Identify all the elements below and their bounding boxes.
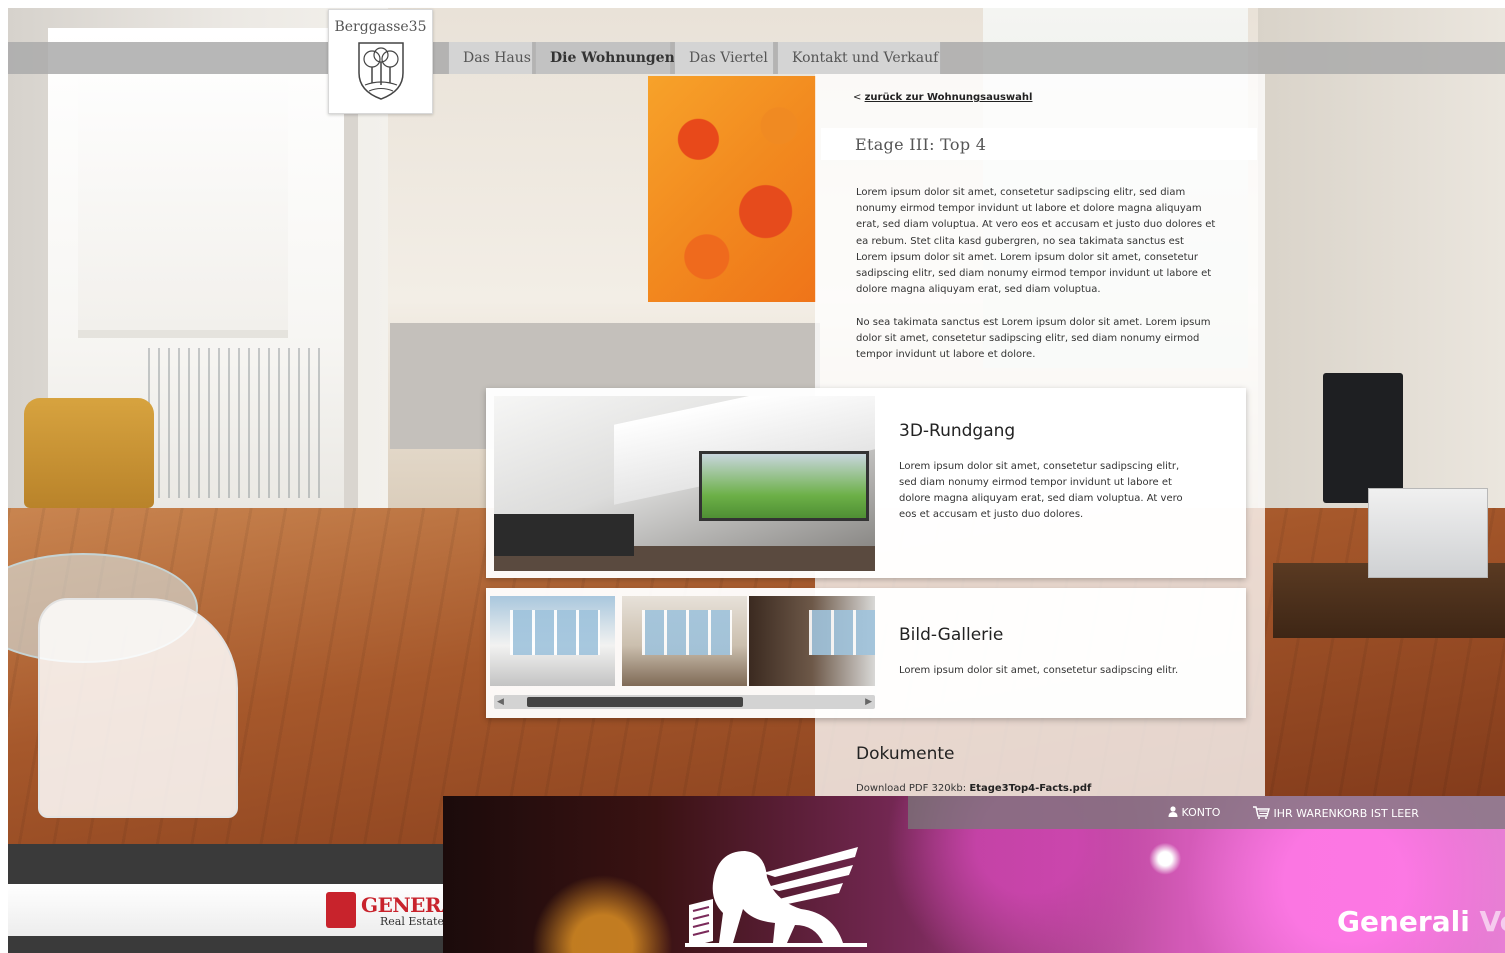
download-label: Download PDF 320kb: [856, 783, 967, 794]
back-arrow: < [853, 92, 862, 103]
account-link[interactable]: KONTO [1168, 806, 1220, 819]
gallery-scrollbar[interactable]: ◀ ▶ [494, 695, 875, 709]
account-label: KONTO [1181, 806, 1221, 819]
scroll-right-arrow-icon[interactable]: ▶ [865, 695, 872, 709]
tab-das-haus[interactable]: Das Haus [448, 42, 533, 74]
tour-card[interactable]: 3D-Rundgang Lorem ipsum dolor sit amet, … [486, 388, 1246, 578]
cart-label: IHR WARENKORB IST LEER [1273, 807, 1419, 820]
documents-download-row: Download PDF 320kb: Etage3Top4-Facts.pdf [856, 783, 1091, 794]
page-title: Etage III: Top 4 [855, 135, 987, 154]
generali-lion-icon [326, 892, 356, 928]
cart-icon [1253, 806, 1270, 819]
user-icon [1168, 806, 1178, 817]
orange-painting [648, 76, 816, 302]
render-sofa [494, 514, 634, 556]
gallery-thumbnail[interactable] [749, 596, 875, 686]
overlay-brand-text: Generali Vo [1337, 905, 1505, 938]
thumbnail-window [510, 610, 600, 655]
description-paragraph-1: Lorem ipsum dolor sit amet, consetetur s… [856, 187, 1216, 296]
gallery-thumbnail[interactable] [622, 596, 747, 686]
speaker [1368, 488, 1488, 578]
brand-word: Generali [1337, 905, 1470, 938]
thumbnail-window [809, 610, 875, 655]
crest-icon [357, 42, 404, 100]
tour-preview-image[interactable] [494, 396, 875, 571]
footer-bottom-band [8, 936, 448, 953]
scrollbar-thumb[interactable] [527, 697, 743, 707]
tab-kontakt-und-verkauf[interactable]: Kontakt und Verkauf [777, 42, 941, 74]
white-chair [38, 598, 238, 818]
back-to-apartments-link[interactable]: zurück zur Wohnungsauswahl [865, 92, 1033, 103]
tour-title[interactable]: 3D-Rundgang [899, 421, 1015, 441]
footer-dark-band [8, 844, 448, 884]
lion-logo-icon[interactable] [683, 843, 868, 951]
gallery-card[interactable]: ◀ ▶ Bild-Gallerie Lorem ipsum dolor sit … [486, 588, 1246, 718]
scroll-left-arrow-icon[interactable]: ◀ [497, 695, 504, 709]
television [1323, 373, 1403, 503]
description-paragraph-2: No sea takimata sanctus est Lorem ipsum … [856, 317, 1211, 361]
generali-logo-subtitle: Real Estate [380, 915, 444, 928]
balcony-railing [148, 348, 328, 498]
render-window [699, 451, 869, 521]
pdf-download-link[interactable]: Etage3Top4-Facts.pdf [969, 783, 1091, 794]
documents-heading: Dokumente [856, 744, 955, 764]
gallery-thumbnail[interactable] [490, 596, 615, 686]
gallery-text: Lorem ipsum dolor sit amet, consetetur s… [899, 665, 1179, 676]
logo-text: Berggasse35 [334, 19, 427, 35]
site-logo[interactable]: Berggasse35 [328, 9, 433, 114]
yellow-armchair [24, 398, 154, 508]
roman-blind [78, 48, 288, 338]
gallery-title[interactable]: Bild-Gallerie [899, 625, 1003, 645]
thumbnail-window [642, 610, 732, 655]
tab-das-viertel[interactable]: Das Viertel [674, 42, 774, 74]
tab-die-wohnungen[interactable]: Die Wohnungen [535, 42, 675, 74]
brand-word-tail: Vo [1479, 905, 1505, 938]
cart-link[interactable]: IHR WARENKORB IST LEER [1252, 806, 1419, 820]
tour-text: Lorem ipsum dolor sit amet, consetetur s… [899, 461, 1183, 520]
back-link-row: < zurück zur Wohnungsauswahl [853, 92, 1032, 103]
